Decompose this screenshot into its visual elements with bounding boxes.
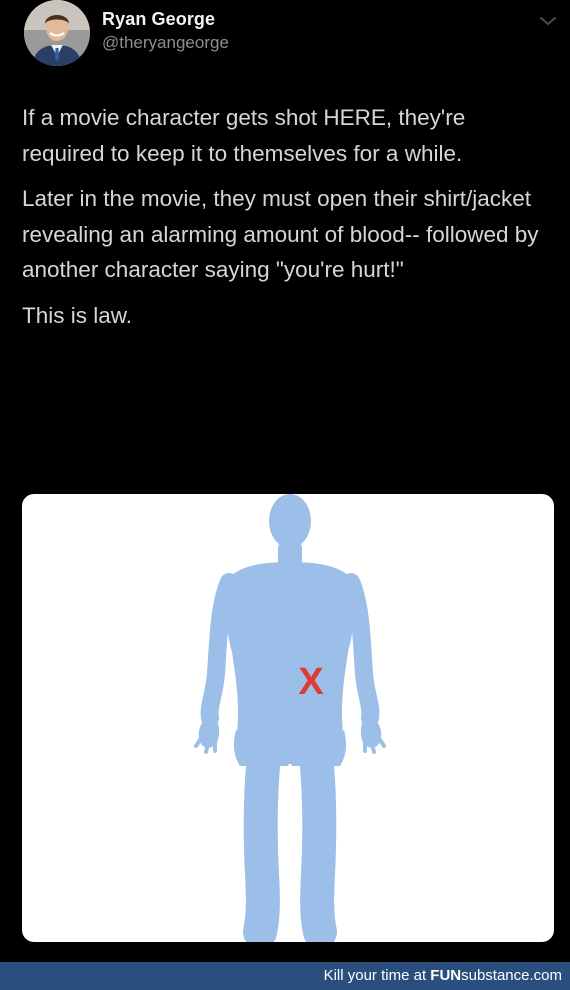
tweet-paragraph: Later in the movie, they must open their…	[22, 186, 539, 282]
wound-marker-x: X	[298, 661, 324, 703]
tweet-media-image[interactable]: X	[22, 494, 554, 942]
footer-brand-fun: FUN	[430, 967, 462, 984]
author-handle[interactable]: @theryangeorge	[102, 33, 229, 53]
human-body-figure: X	[194, 494, 386, 942]
avatar-image	[24, 0, 90, 66]
tweet-body: If a movie character gets shot HERE, the…	[22, 100, 552, 343]
footer-prefix: Kill your time at	[323, 967, 431, 984]
tweet-card: Ryan George @theryangeorge If a movie ch…	[0, 0, 570, 962]
footer-brand-rest: substance.com	[461, 967, 562, 984]
footer-watermark[interactable]: Kill your time at FUNsubstance.com	[324, 967, 562, 984]
tweet-paragraph: If a movie character gets shot HERE, the…	[22, 105, 466, 166]
author-avatar[interactable]	[24, 0, 90, 66]
chevron-down-icon[interactable]	[538, 14, 558, 28]
tweet-paragraph: This is law.	[22, 302, 133, 328]
author-name[interactable]: Ryan George	[102, 9, 215, 30]
site-footer-bar: Kill your time at FUNsubstance.com	[0, 962, 570, 990]
